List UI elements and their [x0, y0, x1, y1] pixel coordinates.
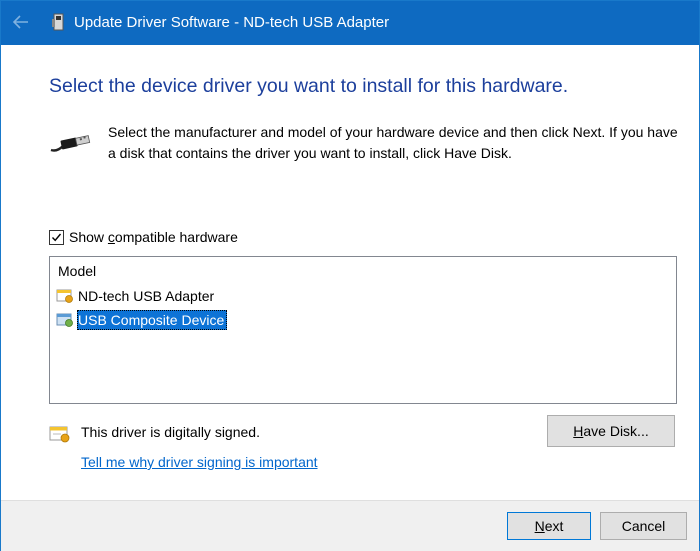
list-item-label: USB Composite Device [77, 310, 228, 330]
usb-device-icon [56, 313, 73, 327]
checkmark-icon [51, 233, 62, 242]
show-compatible-checkbox[interactable] [49, 230, 64, 245]
signing-status: This driver is digitally signed. [81, 424, 260, 440]
list-item-label: ND-tech USB Adapter [78, 288, 215, 304]
model-column-header: Model [58, 263, 97, 279]
next-button[interactable]: Next [507, 512, 591, 540]
model-list[interactable]: Model ND-tech USB Adapter USB Composite … [49, 256, 677, 404]
update-driver-dialog: Update Driver Software - ND-tech USB Ada… [0, 0, 700, 551]
show-compatible-label[interactable]: Show compatible hardware [69, 229, 238, 245]
title-bar: Update Driver Software - ND-tech USB Ada… [1, 1, 699, 45]
dialog-footer: Next Cancel [1, 500, 699, 551]
page-heading: Select the device driver you want to ins… [49, 75, 569, 97]
have-disk-button[interactable]: Have Disk... [547, 415, 675, 447]
instruction-text: Select the manufacturer and model of you… [108, 124, 678, 161]
cancel-button[interactable]: Cancel [600, 512, 687, 540]
signed-certificate-icon [49, 426, 70, 443]
back-arrow-icon[interactable] [11, 12, 31, 32]
usb-plug-icon [50, 135, 91, 152]
window-title: Update Driver Software - ND-tech USB Ada… [74, 14, 390, 31]
driver-signing-link[interactable]: Tell me why driver signing is important [81, 454, 318, 470]
certified-driver-icon [56, 289, 73, 303]
device-driver-icon [52, 13, 64, 31]
